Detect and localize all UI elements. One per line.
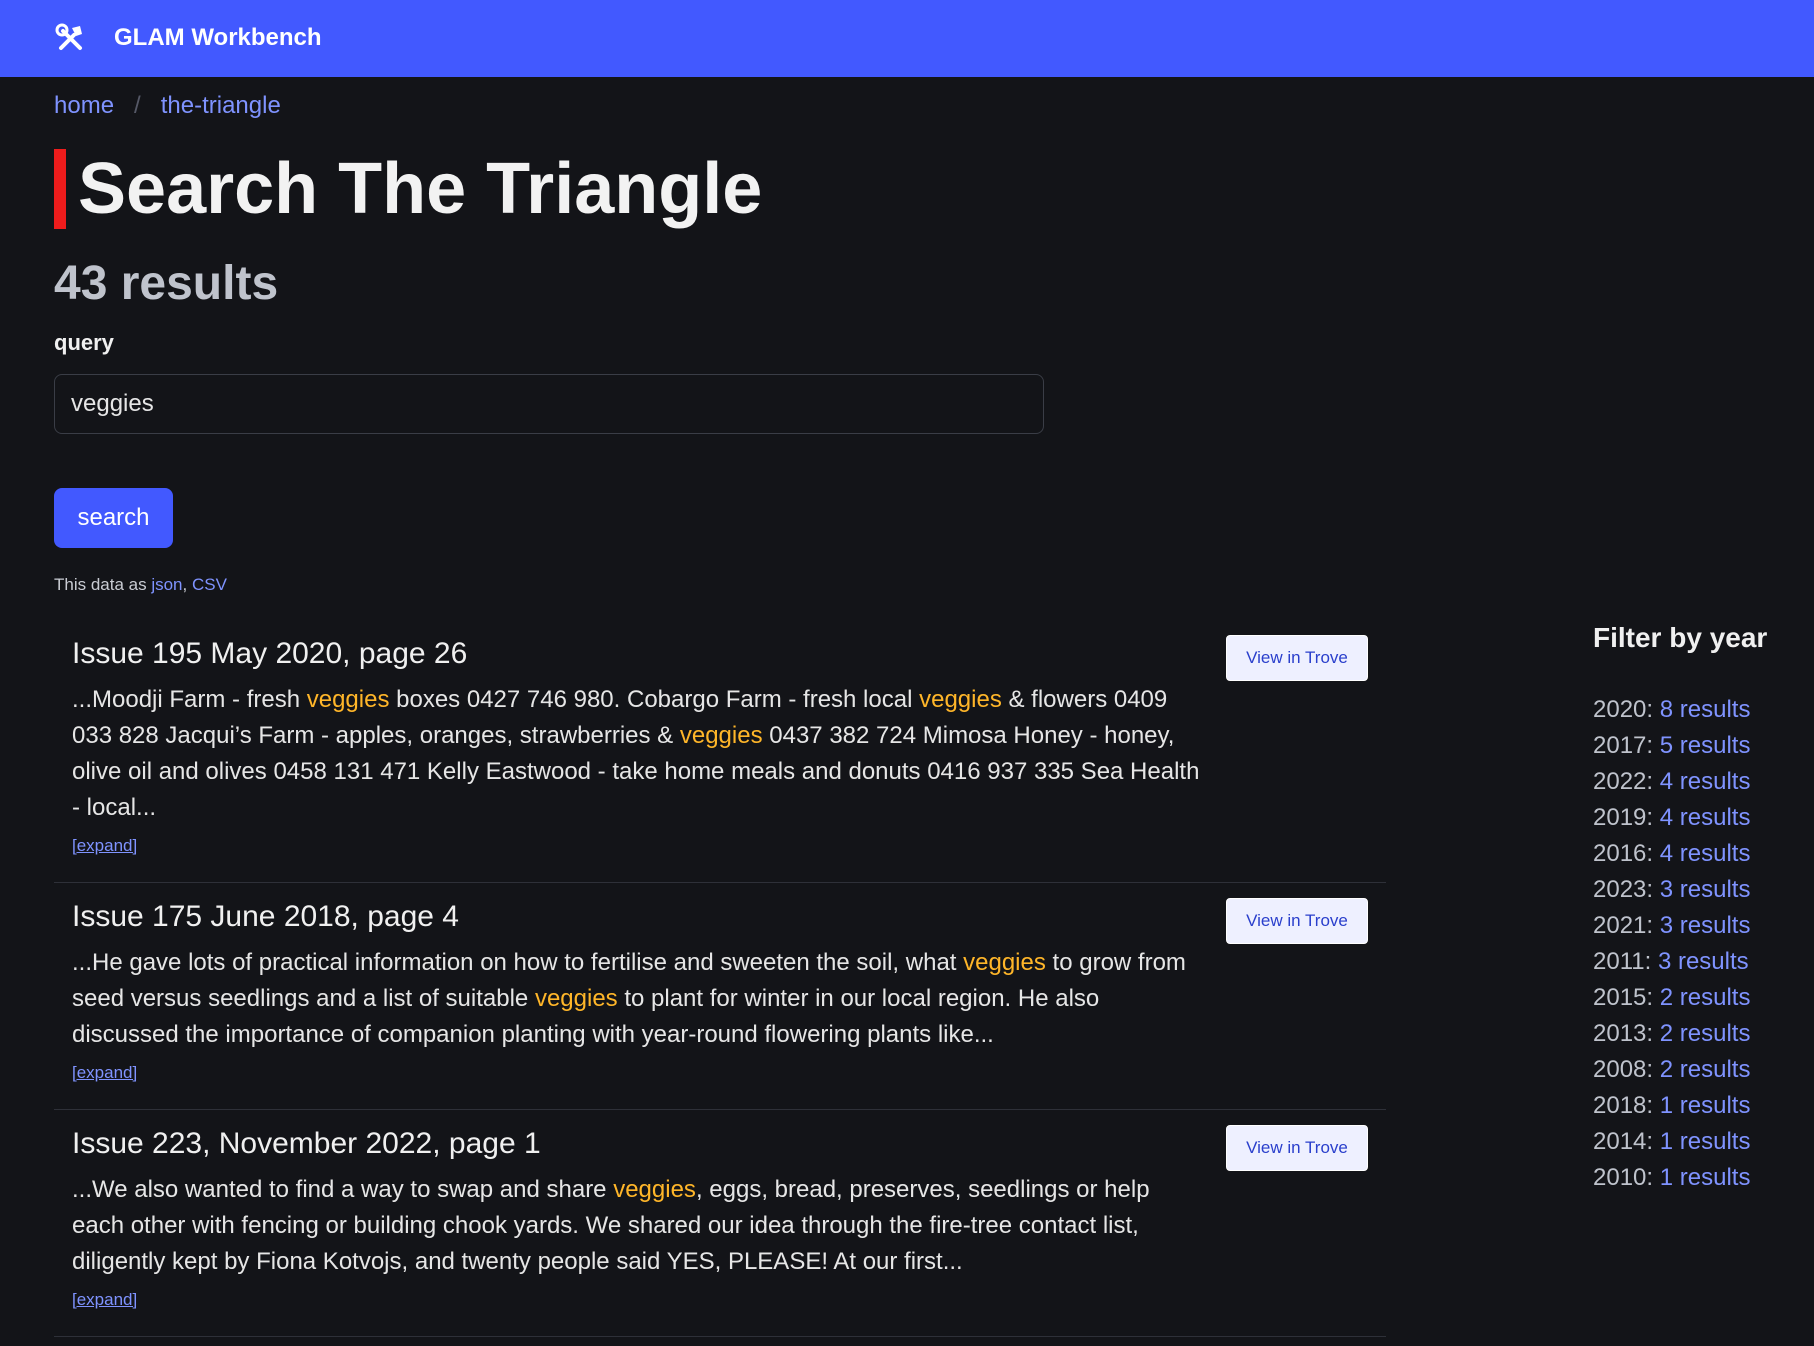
search-button[interactable]: search: [54, 488, 173, 548]
breadcrumb-separator: /: [134, 92, 141, 119]
page-title: Search The Triangle: [78, 149, 763, 229]
export-links: This data as json, CSV: [54, 575, 227, 595]
year-filter-item: 2013: 2 results: [1593, 1016, 1750, 1052]
year-label: 2020:: [1593, 696, 1654, 723]
highlight-term: veggies: [613, 1176, 696, 1203]
year-filter-item: 2017: 5 results: [1593, 728, 1750, 764]
highlight-term: veggies: [963, 949, 1046, 976]
result-snippet: ...He gave lots of practical information…: [72, 945, 1202, 1053]
year-label: 2014:: [1593, 1128, 1654, 1155]
year-filter-link[interactable]: 3 results: [1658, 948, 1749, 975]
year-filter-item: 2022: 4 results: [1593, 764, 1750, 800]
year-label: 2019:: [1593, 804, 1654, 831]
query-input[interactable]: [54, 374, 1044, 434]
view-in-trove-button[interactable]: View in Trove: [1226, 898, 1368, 944]
year-label: 2023:: [1593, 876, 1654, 903]
year-filter-item: 2010: 1 results: [1593, 1160, 1750, 1196]
breadcrumb-current-link[interactable]: the-triangle: [161, 92, 281, 120]
year-filter-item: 2023: 3 results: [1593, 872, 1750, 908]
snippet-text: ...We also wanted to find a way to swap …: [72, 1176, 614, 1203]
top-navbar: GLAM Workbench: [0, 0, 1814, 77]
breadcrumb-home-link[interactable]: home: [54, 92, 114, 120]
expand-link[interactable]: [expand]: [72, 1290, 137, 1310]
result-title: Issue 223, November 2022, page 1: [72, 1127, 541, 1160]
year-label: 2016:: [1593, 840, 1654, 867]
year-filter-list: 2020: 8 results 2017: 5 results 2022: 4 re…: [1593, 692, 1750, 1196]
expand-link[interactable]: [expand]: [72, 836, 137, 856]
highlight-term: veggies: [306, 686, 390, 713]
year-filter-link[interactable]: 2 results: [1660, 1020, 1751, 1047]
export-prefix: This data as: [54, 575, 152, 594]
title-accent-bar: [54, 149, 66, 229]
view-in-trove-button[interactable]: View in Trove: [1226, 1125, 1368, 1171]
highlight-term: veggies: [679, 722, 763, 749]
year-filter-link[interactable]: 1 results: [1660, 1092, 1751, 1119]
filter-title: Filter by year: [1593, 622, 1768, 653]
year-label: 2013:: [1593, 1020, 1654, 1047]
results-list: Issue 195 May 2020, page 26 ...Moodji Far…: [54, 620, 1386, 1337]
year-filter-item: 2014: 1 results: [1593, 1124, 1750, 1160]
year-filter-link[interactable]: 3 results: [1660, 876, 1751, 903]
year-label: 2017:: [1593, 732, 1654, 759]
year-filter-item: 2015: 2 results: [1593, 980, 1750, 1016]
view-in-trove-button[interactable]: View in Trove: [1226, 635, 1368, 681]
result-snippet: ...Moodji Farm - fresh veggies boxes 042…: [72, 682, 1202, 826]
year-filter-item: 2018: 1 results: [1593, 1088, 1750, 1124]
year-filter-link[interactable]: 4 results: [1660, 768, 1751, 795]
year-label: 2022:: [1593, 768, 1654, 795]
year-filter-link[interactable]: 1 results: [1660, 1128, 1751, 1155]
query-label: query: [54, 330, 114, 355]
result-count: 43 results: [54, 257, 279, 310]
result-title: Issue 175 June 2018, page 4: [72, 900, 459, 933]
year-filter-item: 2008: 2 results: [1593, 1052, 1750, 1088]
year-label: 2008:: [1593, 1056, 1654, 1083]
result-item: Issue 223, November 2022, page 1 ...We al…: [54, 1110, 1386, 1337]
site-title[interactable]: GLAM Workbench: [114, 24, 322, 52]
year-filter-item: 2020: 8 results: [1593, 692, 1750, 728]
year-filter-link[interactable]: 5 results: [1660, 732, 1751, 759]
result-title: Issue 195 May 2020, page 26: [72, 637, 468, 670]
snippet-text: ...Moodji Farm - fresh: [72, 686, 307, 713]
highlight-term: veggies: [919, 686, 1002, 713]
expand-link[interactable]: [expand]: [72, 1063, 137, 1083]
snippet-text: ...He gave lots of practical information…: [72, 949, 964, 976]
year-label: 2010:: [1593, 1164, 1654, 1191]
year-label: 2021:: [1593, 912, 1654, 939]
year-filter-link[interactable]: 4 results: [1660, 840, 1751, 867]
year-label: 2018:: [1593, 1092, 1654, 1119]
year-label: 2011:: [1593, 948, 1652, 975]
export-json-link[interactable]: json: [151, 575, 182, 594]
highlight-term: veggies: [534, 985, 618, 1012]
year-filter-item: 2011: 3 results: [1593, 944, 1750, 980]
year-filter-link[interactable]: 8 results: [1660, 696, 1751, 723]
result-snippet: ...We also wanted to find a way to swap …: [72, 1172, 1202, 1280]
year-filter-link[interactable]: 2 results: [1660, 984, 1751, 1011]
year-label: 2015:: [1593, 984, 1654, 1011]
year-filter-item: 2021: 3 results: [1593, 908, 1750, 944]
year-filter-item: 2016: 4 results: [1593, 836, 1750, 872]
year-filter-link[interactable]: 3 results: [1660, 912, 1751, 939]
year-filter-item: 2019: 4 results: [1593, 800, 1750, 836]
result-item: Issue 175 June 2018, page 4 ...He gave lo…: [54, 883, 1386, 1110]
year-filter-link[interactable]: 1 results: [1660, 1164, 1751, 1191]
export-csv-link[interactable]: CSV: [192, 575, 227, 594]
year-filter-link[interactable]: 2 results: [1660, 1056, 1751, 1083]
year-filter-link[interactable]: 4 results: [1660, 804, 1751, 831]
tools-icon[interactable]: [54, 22, 86, 54]
snippet-text: boxes 0427 746 980. Cobargo Farm - fresh…: [389, 686, 920, 713]
result-item: Issue 195 May 2020, page 26 ...Moodji Far…: [54, 620, 1386, 883]
breadcrumb: home / the-triangle: [54, 92, 281, 120]
export-comma: ,: [182, 575, 188, 594]
